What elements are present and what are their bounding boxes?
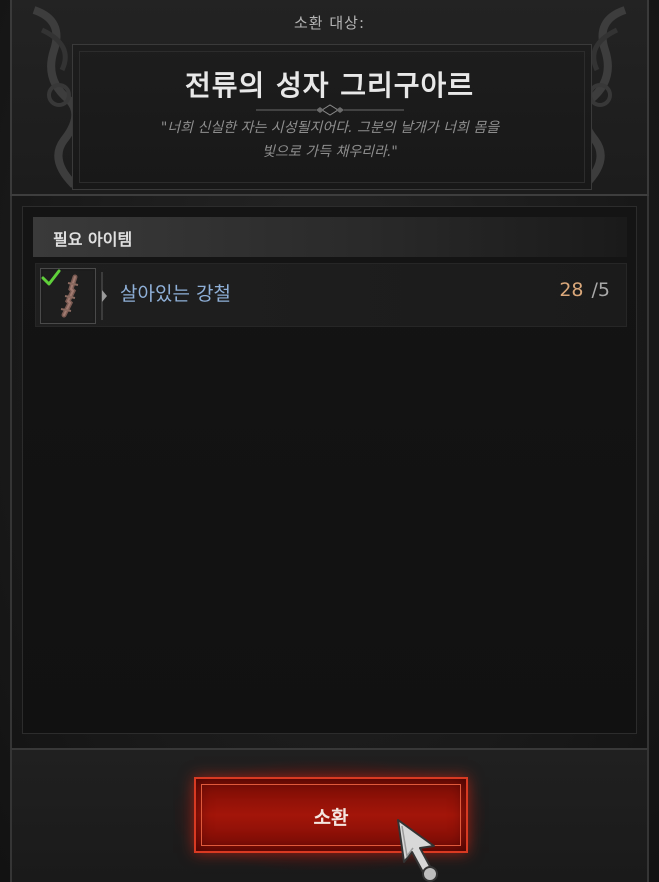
checkmark-icon [41,269,61,286]
required-items-title: 필요 아이템 [53,230,133,249]
requirement-row[interactable]: 살아있는 강철 28/5 [35,263,627,327]
flavor-text: "너희 신실한 자는 시성될지어다. 그분의 날개가 너희 몸을 빛으로 가득 … [100,116,560,164]
boss-name: 전류의 성자 그리구아르 [184,69,475,102]
item-name: 살아있는 강철 [120,283,231,305]
summon-window: 소환 대상: 전류의 성자 그리구아르 "너희 신실한 자는 시성될지어다. 그… [0,0,659,882]
flavor-line-2: 빛으로 가득 채우리라." [262,144,398,160]
cursor-icon [397,819,438,882]
item-slot[interactable] [40,268,96,324]
requirements-panel: 필요 아이템 살아있는 강철 28/5 [22,206,637,734]
required-items-header: 필요 아이템 [33,217,627,257]
item-count-have: 28 [559,279,584,301]
flavor-line-1: "너희 신실한 자는 시성될지어다. 그분의 날개가 너희 몸을 [160,120,500,136]
item-count: 28/5 [559,279,610,301]
slot-arrow-icon [101,272,107,320]
item-count-need: /5 [591,279,611,301]
ornamental-divider-icon [256,104,404,116]
summon-target-label: 소환 대상: [293,14,366,32]
